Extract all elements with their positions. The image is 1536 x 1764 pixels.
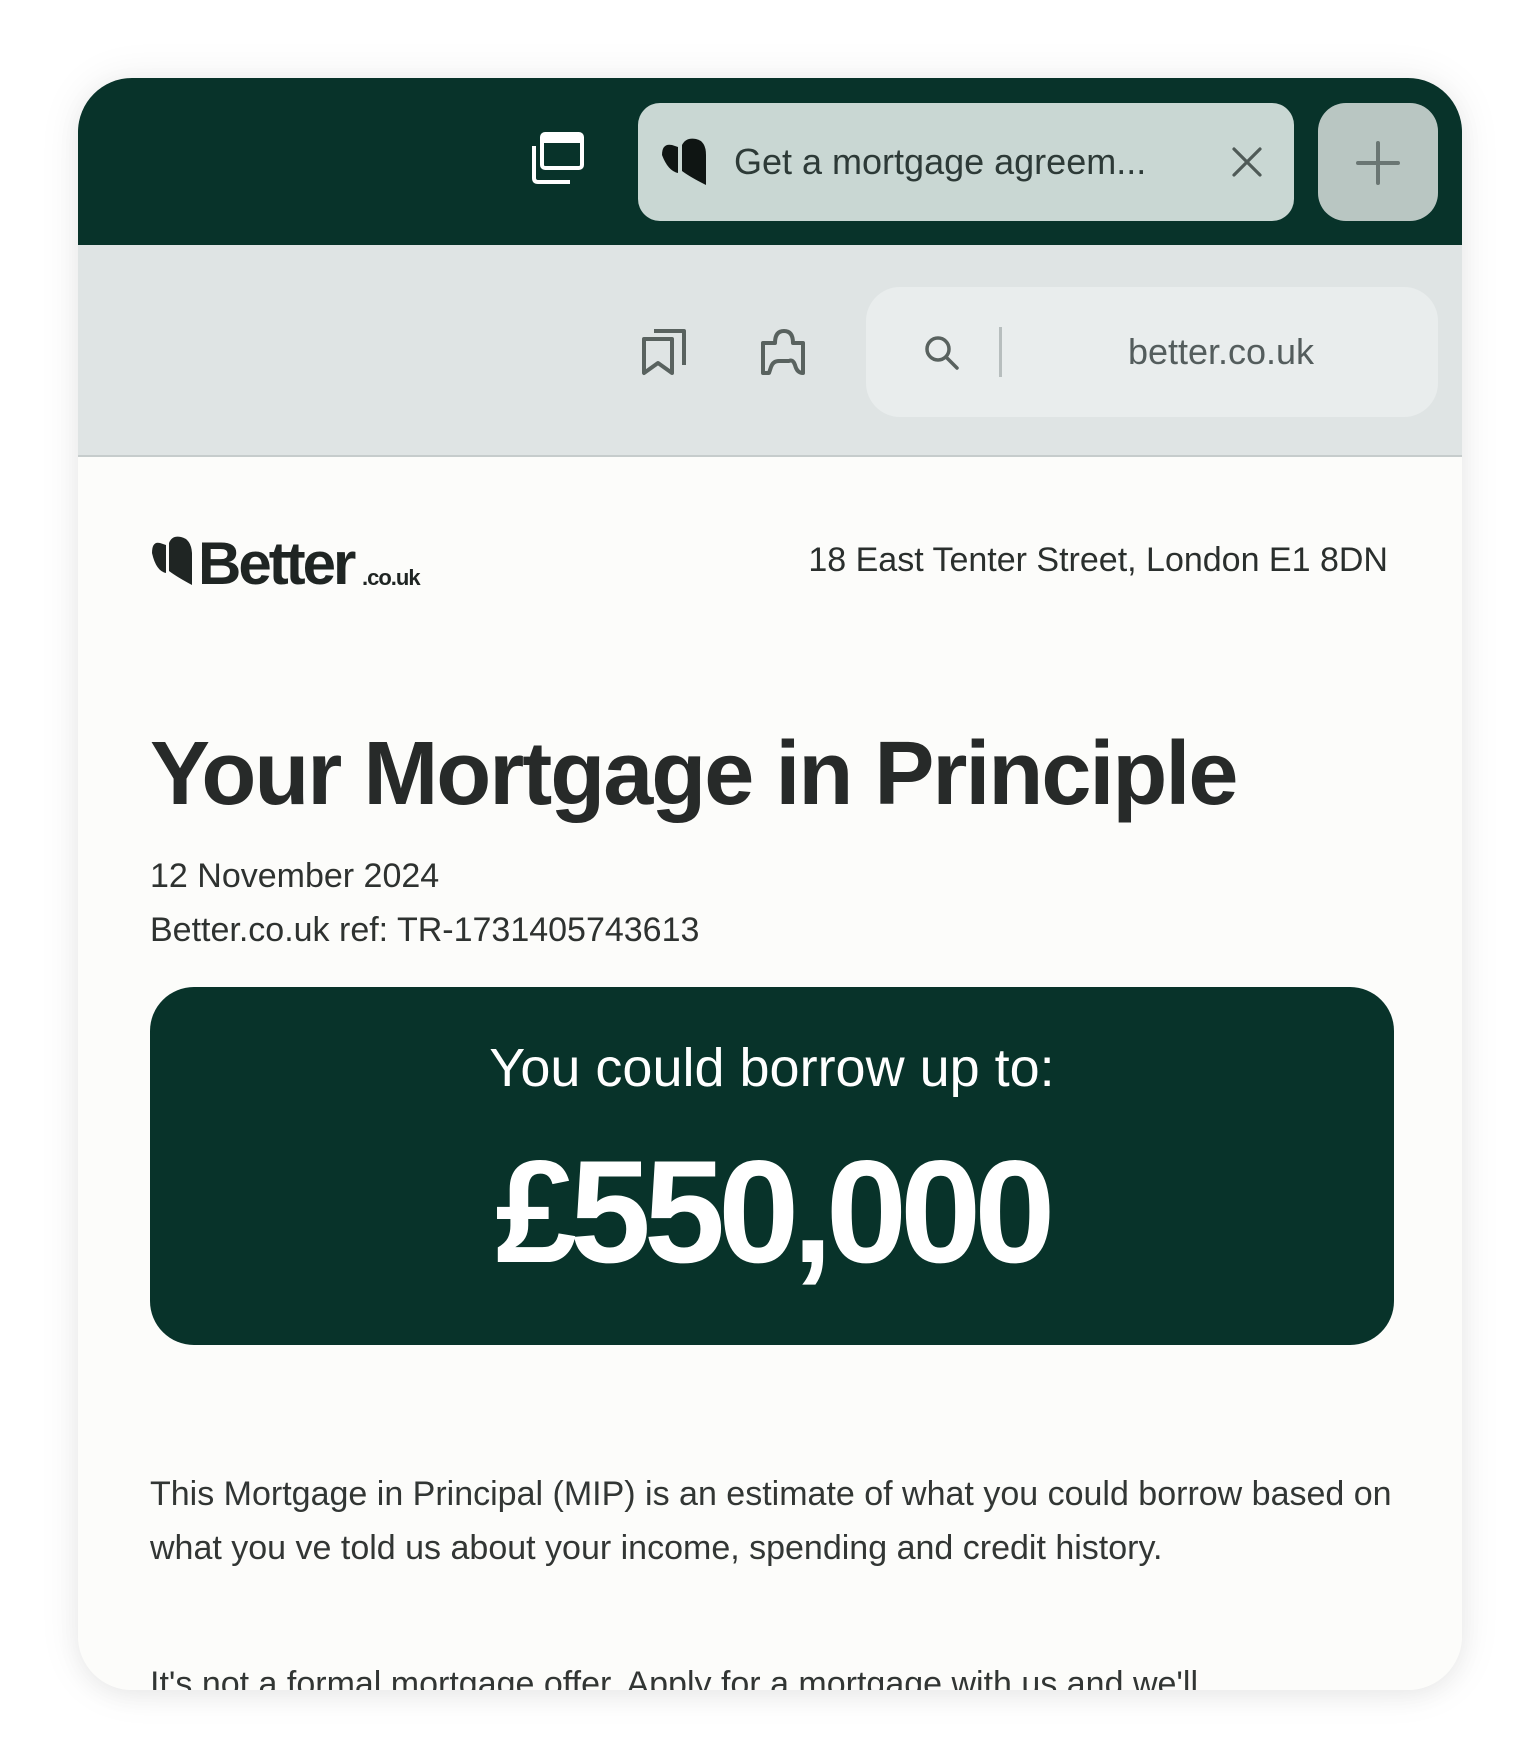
page-title: Your Mortgage in Principle: [150, 724, 1238, 824]
search-icon: [922, 333, 962, 373]
formal-offer-note: It's not a formal mortgage offer. Apply …: [150, 1665, 1199, 1690]
better-favicon-icon: [660, 137, 712, 187]
bookmark-icon[interactable]: [638, 325, 692, 379]
plus-icon: [1356, 141, 1400, 185]
tab-bar: Get a mortgage agreem...: [78, 78, 1462, 245]
close-icon[interactable]: [1230, 145, 1264, 179]
better-logo[interactable]: Better .co.uk: [150, 529, 430, 599]
new-tab-button[interactable]: [1318, 103, 1438, 221]
better-logo-icon: [152, 536, 192, 585]
borrow-amount-card: You could borrow up to: £550,000: [150, 987, 1394, 1345]
tab-active[interactable]: Get a mortgage agreem...: [638, 103, 1294, 221]
logo-suffix: .co.uk: [362, 565, 421, 590]
extension-icon[interactable]: [757, 325, 811, 379]
tabs-overview-icon[interactable]: [528, 130, 588, 190]
company-address: 18 East Tenter Street, London E1 8DN: [808, 541, 1388, 579]
url-text: better.co.uk: [1127, 331, 1315, 372]
logo-wordmark: Better: [198, 530, 356, 597]
tab-title: Get a mortgage agreem...: [734, 141, 1147, 182]
page-content: Better .co.uk 18 East Tenter Street, Lon…: [78, 457, 1462, 1690]
url-bar-divider: [999, 327, 1002, 377]
reference-number: Better.co.uk ref: TR-1731405743613: [150, 911, 700, 949]
borrow-amount: £550,000: [495, 1130, 1056, 1293]
browser-toolbar: better.co.uk: [78, 245, 1462, 457]
document-date: 12 November 2024: [150, 857, 440, 895]
url-bar[interactable]: better.co.uk: [866, 287, 1438, 417]
mip-description: This Mortgage in Principal (MIP) is an e…: [150, 1475, 1392, 1567]
borrow-label: You could borrow up to:: [489, 1038, 1055, 1098]
browser-window: Get a mortgage agreem... better.co.uk Be…: [78, 78, 1462, 1690]
